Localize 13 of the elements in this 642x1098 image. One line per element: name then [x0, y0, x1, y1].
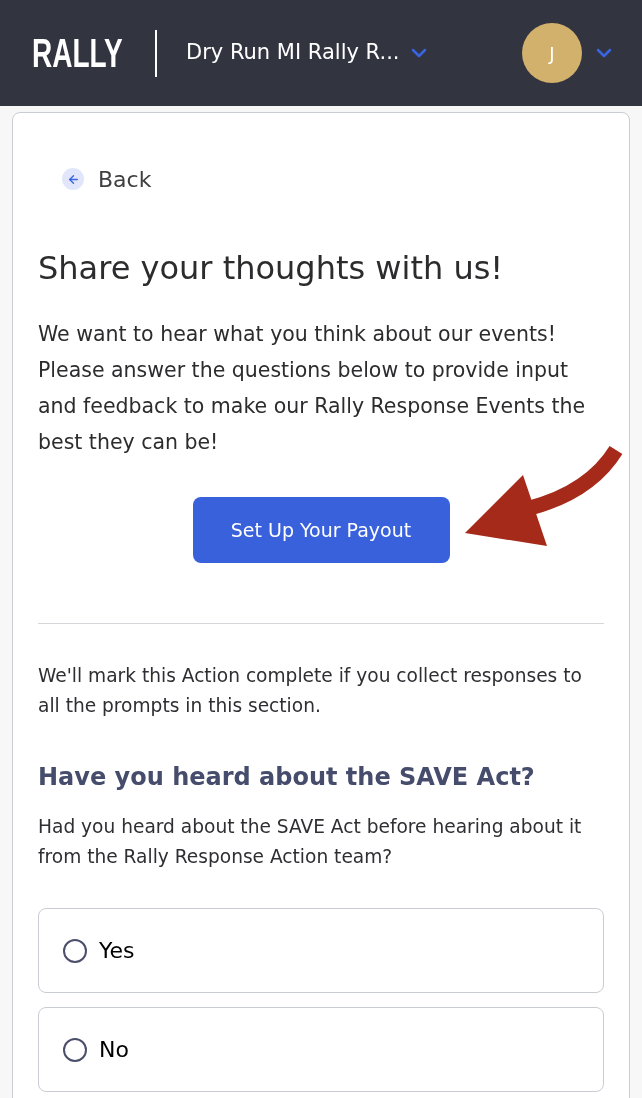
question-title: Have you heard about the SAVE Act?: [38, 762, 536, 793]
answer-option[interactable]: No: [38, 1007, 604, 1092]
completion-note: We'll mark this Action complete if you collect responses to all the prompts in this section.: [38, 664, 583, 718]
payout-button[interactable]: Set Up Your Payout: [192, 497, 450, 563]
radio-button[interactable]: [63, 1037, 87, 1062]
page-title: Share your thoughts with us!: [38, 248, 505, 288]
back-link[interactable]: Back: [62, 167, 152, 191]
intro-text: We want to hear what you think about our events! Please answer the questions below to provide input and feedback to make our Rally Response Events the best they can be!: [38, 321, 587, 456]
rally-logo[interactable]: RALLY: [32, 32, 123, 73]
campaign-selector[interactable]: Dry Run MI Rally R...: [186, 37, 432, 69]
question-description: Had you heard about the SAVE Act before hearing about it from the Rally Response Action team?: [38, 815, 583, 869]
radio-button[interactable]: [63, 938, 87, 963]
answer-option[interactable]: Yes: [38, 908, 604, 993]
